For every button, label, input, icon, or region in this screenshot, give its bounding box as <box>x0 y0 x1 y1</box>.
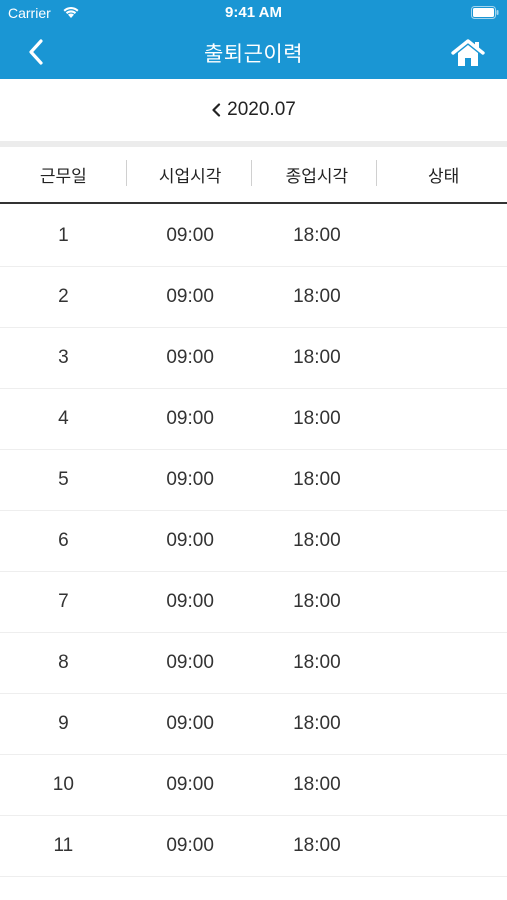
cell-day: 10 <box>52 774 74 795</box>
status-bar: Carrier 9:41 AM <box>0 0 507 28</box>
home-icon <box>451 39 485 66</box>
cell-end-time: 18:00 <box>293 713 341 734</box>
chevron-left-icon[interactable] <box>211 103 221 117</box>
table-row[interactable]: 5 09:00 18:00 <box>0 450 507 511</box>
cell-end-time: 18:00 <box>293 469 341 490</box>
cell-start-time: 09:00 <box>166 835 214 856</box>
table-row[interactable]: 3 09:00 18:00 <box>0 328 507 389</box>
column-header-start-time: 시업시각 <box>158 167 222 187</box>
column-header-workday: 근무일 <box>39 167 87 187</box>
cell-end-time: 18:00 <box>293 286 341 307</box>
cell-day: 7 <box>58 591 69 612</box>
column-divider <box>376 160 377 186</box>
attendance-table: 1 09:00 18:00 2 09:00 18:00 3 09:00 18:00 4 09:… <box>0 206 507 877</box>
column-divider <box>126 160 127 186</box>
month-label: 2020.07 <box>227 99 296 120</box>
cell-end-time: 18:00 <box>293 530 341 551</box>
cell-start-time: 09:00 <box>166 530 214 551</box>
cell-end-time: 18:00 <box>293 225 341 246</box>
table-header: 근무일 시업시각 종업시각 상태 <box>0 147 507 204</box>
column-divider <box>251 160 252 186</box>
cell-end-time: 18:00 <box>293 591 341 612</box>
app-header: Carrier 9:41 AM 출퇴근이력 <box>0 0 507 79</box>
cell-day: 9 <box>58 713 69 734</box>
table-row[interactable]: 9 09:00 18:00 <box>0 694 507 755</box>
table-row[interactable]: 8 09:00 18:00 <box>0 633 507 694</box>
cell-start-time: 09:00 <box>166 347 214 368</box>
cell-day: 6 <box>58 530 69 551</box>
cell-day: 1 <box>58 225 69 246</box>
cell-start-time: 09:00 <box>166 225 214 246</box>
cell-day: 2 <box>58 286 69 307</box>
column-header-status: 상태 <box>427 167 460 187</box>
cell-start-time: 09:00 <box>166 286 214 307</box>
page-title: 출퇴근이력 <box>203 42 304 66</box>
battery-icon <box>471 6 499 19</box>
cell-start-time: 09:00 <box>166 774 214 795</box>
cell-day: 5 <box>58 469 69 490</box>
cell-start-time: 09:00 <box>166 408 214 429</box>
cell-start-time: 09:00 <box>166 652 214 673</box>
table-row[interactable]: 4 09:00 18:00 <box>0 389 507 450</box>
cell-end-time: 18:00 <box>293 408 341 429</box>
cell-end-time: 18:00 <box>293 835 341 856</box>
cell-day: 8 <box>58 652 69 673</box>
cell-day: 4 <box>58 408 69 429</box>
month-bar: 2020.07 <box>0 79 507 141</box>
table-row[interactable]: 11 09:00 18:00 <box>0 816 507 877</box>
table-row[interactable]: 1 09:00 18:00 <box>0 206 507 267</box>
month-selector[interactable]: 2020.07 <box>211 99 296 121</box>
table-row[interactable]: 2 09:00 18:00 <box>0 267 507 328</box>
cell-start-time: 09:00 <box>166 713 214 734</box>
cell-start-time: 09:00 <box>166 591 214 612</box>
cell-end-time: 18:00 <box>293 347 341 368</box>
table-row[interactable]: 7 09:00 18:00 <box>0 572 507 633</box>
cell-day: 3 <box>58 347 69 368</box>
cell-end-time: 18:00 <box>293 652 341 673</box>
table-row[interactable]: 6 09:00 18:00 <box>0 511 507 572</box>
status-time: 9:41 AM <box>225 4 282 21</box>
cell-day: 11 <box>53 835 74 856</box>
cell-end-time: 18:00 <box>293 774 341 795</box>
navigation-bar: 출퇴근이력 <box>0 28 507 79</box>
column-header-end-time: 종업시각 <box>285 167 349 187</box>
table-row[interactable]: 10 09:00 18:00 <box>0 755 507 816</box>
home-button[interactable] <box>448 36 488 70</box>
cell-start-time: 09:00 <box>166 469 214 490</box>
